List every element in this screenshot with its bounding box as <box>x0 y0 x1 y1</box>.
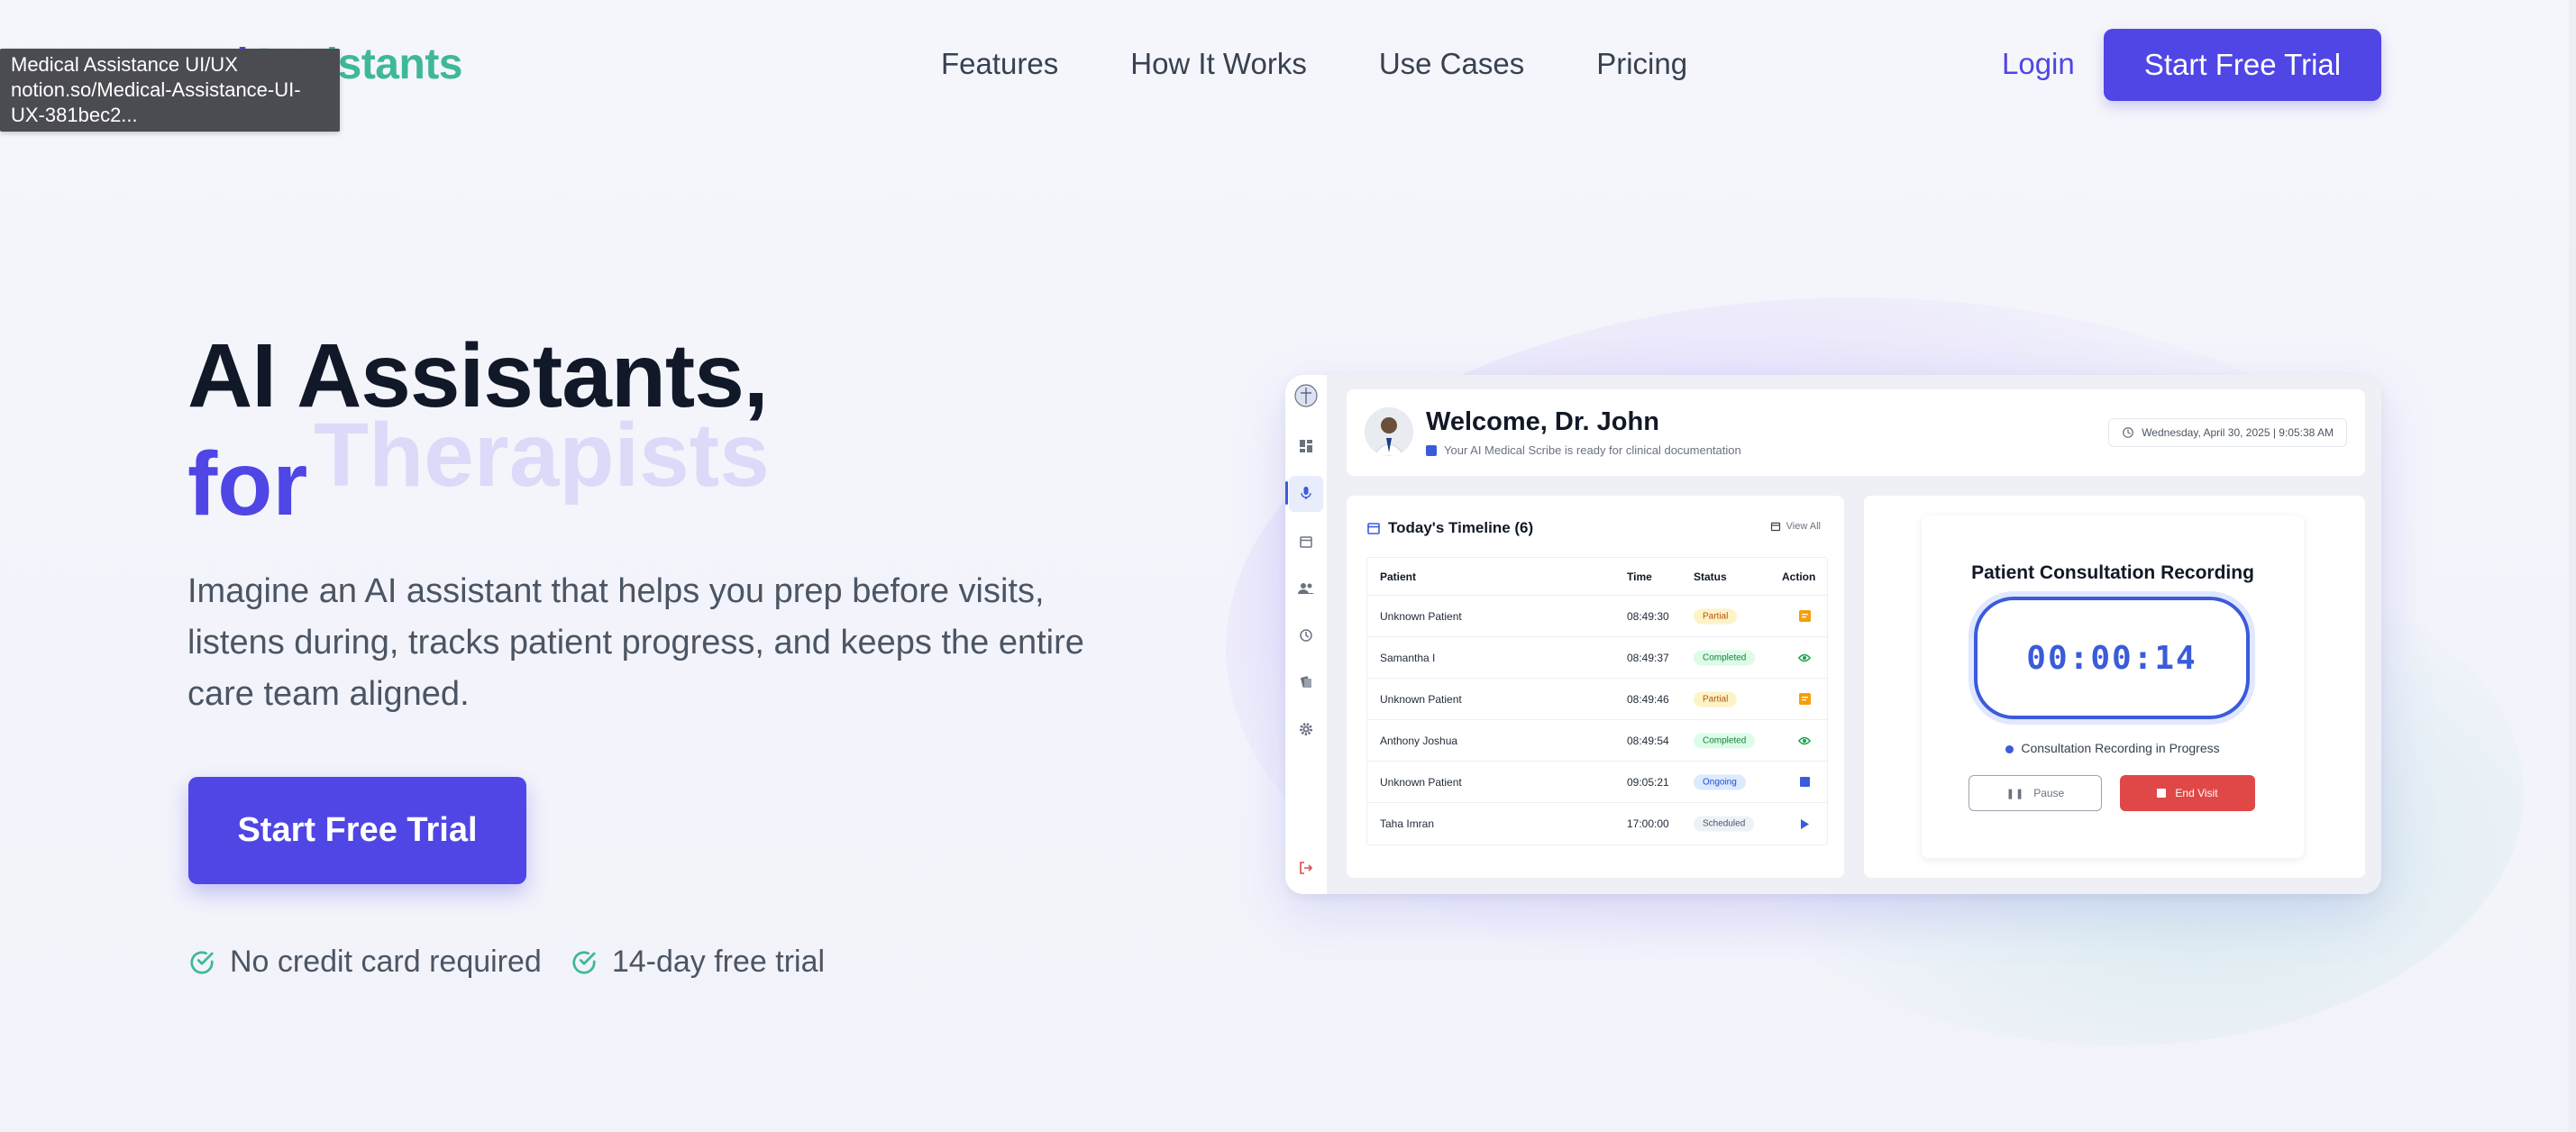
documents-icon[interactable] <box>1298 674 1314 690</box>
view-all-link[interactable]: View All <box>1770 521 1821 532</box>
start-free-trial-button[interactable]: Start Free Trial <box>2104 29 2381 101</box>
eye-icon[interactable] <box>1798 652 1811 664</box>
table-row[interactable]: Samantha I 08:49:37 Completed <box>1367 637 1827 679</box>
note-icon[interactable] <box>1798 610 1811 623</box>
pause-button[interactable]: ❚❚ Pause <box>1969 775 2102 811</box>
recording-title: Patient Consultation Recording <box>1971 562 2254 583</box>
play-icon[interactable] <box>1798 817 1811 830</box>
hero-description: Imagine an AI assistant that helps you p… <box>187 572 1084 713</box>
nav-link-use-cases[interactable]: Use Cases <box>1379 47 1524 81</box>
status-badge: Partial <box>1694 608 1738 624</box>
top-nav: calAssistants Medical Assistance UI/UX n… <box>0 0 2569 135</box>
stop-icon <box>2157 789 2167 798</box>
calendar-icon <box>1367 523 1380 534</box>
status-badge: Scheduled <box>1694 816 1755 832</box>
hero-start-free-trial-button[interactable]: Start Free Trial <box>188 777 526 884</box>
table-row[interactable]: Unknown Patient 08:49:46 Partial <box>1367 679 1827 720</box>
welcome-subtitle: Your AI Medical Scribe is ready for clin… <box>1426 443 1741 457</box>
eye-icon[interactable] <box>1798 735 1811 747</box>
history-icon[interactable] <box>1298 627 1314 644</box>
clock-icon <box>2123 427 2134 438</box>
mockup-sidebar <box>1285 375 1327 894</box>
dashboard-icon <box>1298 438 1314 454</box>
timeline-table: Patient Time Status Action Unknown Patie… <box>1366 557 1828 845</box>
datetime-badge: Wednesday, April 30, 2025 | 9:05:38 AM <box>2108 418 2347 447</box>
check-circle-icon <box>190 950 214 974</box>
recording-status: Consultation Recording in Progress <box>1922 741 2304 755</box>
check-item: No credit card required <box>188 945 542 980</box>
table-row[interactable]: Anthony Joshua 08:49:54 Completed <box>1367 720 1827 762</box>
logo-icon <box>1294 384 1318 407</box>
check-item: 14-day free trial <box>571 945 825 980</box>
welcome-title: Welcome, Dr. John <box>1426 407 1659 436</box>
status-badge: Ongoing <box>1694 774 1746 790</box>
timeline-card: Today's Timeline (6) View All Patient Ti… <box>1347 496 1844 878</box>
end-visit-button[interactable]: End Visit <box>2120 775 2255 811</box>
note-icon[interactable] <box>1798 693 1811 706</box>
hero-checks: No credit card required 14-day free tria… <box>188 945 854 980</box>
logout-icon[interactable] <box>1298 860 1314 876</box>
avatar <box>1365 407 1413 456</box>
nav-link-features[interactable]: Features <box>941 47 1058 81</box>
recording-panel: Patient Consultation Recording 00:00:14 … <box>1864 496 2365 878</box>
login-link[interactable]: Login <box>2002 47 2075 81</box>
calendar-icon[interactable] <box>1298 534 1314 550</box>
stop-icon[interactable] <box>1798 776 1811 789</box>
microphone-icon[interactable] <box>1298 485 1314 501</box>
hero-rotating-word: Therapists <box>314 405 770 506</box>
status-badge: Completed <box>1694 733 1756 748</box>
status-badge: Partial <box>1694 691 1738 707</box>
nav-link-pricing[interactable]: Pricing <box>1596 47 1687 81</box>
pause-icon: ❚❚ <box>2005 788 2025 799</box>
timeline-title: Today's Timeline (6) <box>1366 519 1533 537</box>
link-tooltip: Medical Assistance UI/UX notion.so/Medic… <box>0 49 340 132</box>
recording-card: Patient Consultation Recording 00:00:14 … <box>1922 516 2304 858</box>
table-row[interactable]: Unknown Patient 08:49:30 Partial <box>1367 596 1827 637</box>
gear-icon[interactable] <box>1298 721 1314 737</box>
table-header: Patient Time Status Action <box>1367 558 1827 596</box>
sidebar-active-indicator <box>1285 481 1288 505</box>
nav-links: Features How It Works Use Cases Pricing <box>941 47 1759 81</box>
status-badge: Completed <box>1694 650 1756 665</box>
calendar-icon <box>1770 522 1780 532</box>
table-row[interactable]: Unknown Patient 09:05:21 Ongoing <box>1367 762 1827 803</box>
check-circle-icon <box>572 950 596 974</box>
welcome-card: Welcome, Dr. John Your AI Medical Scribe… <box>1347 389 2365 476</box>
hero-title-for: for <box>187 434 308 534</box>
table-row[interactable]: Taha Imran 17:00:00 Scheduled <box>1367 803 1827 844</box>
scrollbar[interactable] <box>2569 0 2576 1132</box>
hospital-icon <box>1426 444 1437 456</box>
nav-link-how-it-works[interactable]: How It Works <box>1130 47 1307 81</box>
recording-timer: 00:00:14 <box>1974 597 2250 719</box>
app-mockup: Welcome, Dr. John Your AI Medical Scribe… <box>1285 375 2381 894</box>
recording-dot-icon <box>2005 744 2014 753</box>
users-icon[interactable] <box>1298 580 1314 597</box>
